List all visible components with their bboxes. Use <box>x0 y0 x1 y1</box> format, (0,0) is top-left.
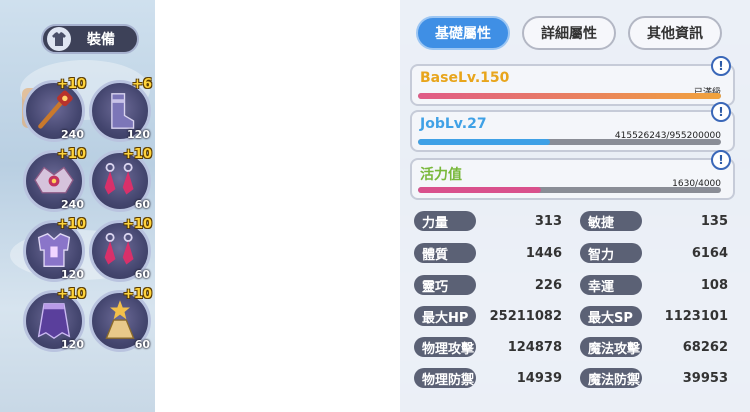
job-level-label: JobLv.27 <box>420 116 487 132</box>
job-level-exp-bar <box>418 139 721 145</box>
stat-label[interactable]: 靈巧 <box>414 275 476 295</box>
equipment-button-label: 裝備 <box>87 32 115 48</box>
stat-value: 135 <box>700 213 728 229</box>
stat-label[interactable]: 智力 <box>580 243 642 263</box>
item-level: 60 <box>134 338 150 351</box>
stat-label[interactable]: 魔法攻擊 <box>580 337 642 357</box>
refine-level: +10 <box>123 287 152 302</box>
stat-value: 226 <box>534 277 562 293</box>
refine-level: +10 <box>123 217 152 232</box>
tab-detailed-attributes[interactable]: 詳細屬性 <box>522 16 616 50</box>
info-icon[interactable]: ! <box>711 150 731 170</box>
character-preview-area <box>155 0 400 412</box>
equipment-slot-weapon[interactable]: +10 240 <box>23 77 86 142</box>
base-level-box: BaseLv.150 已滿級 ! <box>410 56 735 106</box>
job-level-box: JobLv.27 415526243/955200000 ! <box>410 102 735 152</box>
refine-level: +6 <box>132 77 152 92</box>
refine-level: +10 <box>57 217 86 232</box>
equipment-slot-headgear[interactable]: +10 240 <box>23 147 86 212</box>
equipment-slot-shoes[interactable]: +6 120 <box>89 77 152 142</box>
item-level: 120 <box>61 338 84 351</box>
stat-label[interactable]: 體質 <box>414 243 476 263</box>
job-level-exp-fill <box>418 139 550 145</box>
stat-label[interactable]: 物理攻擊 <box>414 337 476 357</box>
equipment-slot-cape[interactable]: +10 120 <box>23 287 86 352</box>
equipment-slot-earring-1[interactable]: +10 60 <box>89 147 152 212</box>
item-level: 240 <box>61 198 84 211</box>
refine-level: +10 <box>123 147 152 162</box>
stat-value: 124878 <box>507 339 562 355</box>
item-level: 120 <box>127 128 150 141</box>
refine-level: +10 <box>57 77 86 92</box>
stat-label[interactable]: 敏捷 <box>580 211 642 231</box>
shirt-icon <box>47 27 71 51</box>
tab-base-attributes[interactable]: 基礎屬性 <box>416 16 510 50</box>
base-level-label: BaseLv.150 <box>420 70 510 86</box>
item-level: 60 <box>134 198 150 211</box>
stat-value: 14939 <box>516 370 562 386</box>
stat-label[interactable]: 力量 <box>414 211 476 231</box>
stat-value: 68262 <box>682 339 728 355</box>
refine-level: +10 <box>57 287 86 302</box>
equipment-slot-armor[interactable]: +10 120 <box>23 217 86 282</box>
equipment-button[interactable]: 裝備 <box>41 24 139 54</box>
vitality-label: 活力值 <box>420 167 462 183</box>
stat-value: 25211082 <box>489 308 562 324</box>
stat-label[interactable]: 物理防禦 <box>414 368 476 388</box>
equipment-slot-accessory[interactable]: +10 60 <box>89 287 152 352</box>
stat-label[interactable]: 魔法防禦 <box>580 368 642 388</box>
info-icon[interactable]: ! <box>711 56 731 76</box>
stat-label[interactable]: 幸運 <box>580 275 642 295</box>
item-level: 60 <box>134 268 150 281</box>
stat-value: 108 <box>700 277 728 293</box>
vitality-bar <box>418 187 721 193</box>
stat-value: 313 <box>534 213 562 229</box>
item-level: 120 <box>61 268 84 281</box>
base-level-exp-fill <box>418 93 721 99</box>
stat-value: 39953 <box>682 370 728 386</box>
info-icon[interactable]: ! <box>711 102 731 122</box>
vitality-fill <box>418 187 542 193</box>
tab-other-info[interactable]: 其他資訊 <box>628 16 722 50</box>
base-level-exp-bar <box>418 93 721 99</box>
stat-value: 1123101 <box>664 308 728 324</box>
item-level: 240 <box>61 128 84 141</box>
stat-value: 6164 <box>691 245 728 261</box>
stat-label[interactable]: 最大SP <box>580 306 642 326</box>
refine-level: +10 <box>57 147 86 162</box>
equipment-slot-earring-2[interactable]: +10 60 <box>89 217 152 282</box>
vitality-box: 活力值 1630/4000 ! <box>410 150 735 200</box>
stat-label[interactable]: 最大HP <box>414 306 476 326</box>
stat-value: 1446 <box>525 245 562 261</box>
